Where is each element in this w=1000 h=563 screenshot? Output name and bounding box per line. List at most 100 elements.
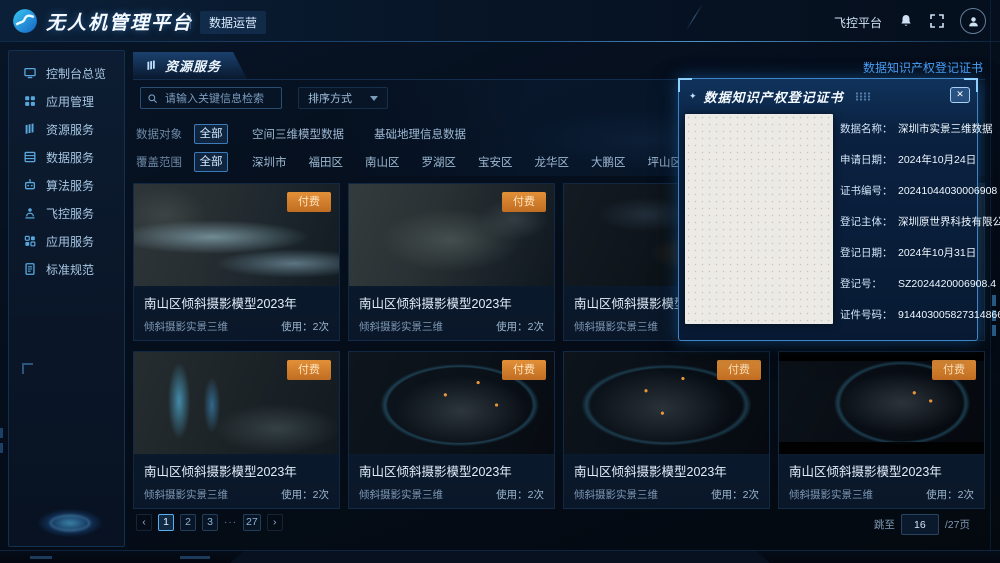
filter-options: 深圳市 福田区 南山区 罗湖区 宝安区 龙华区 大鹏区 坪山区 [252, 154, 682, 170]
certificate-fields: 数据名称： 深圳市实景三维数据 申请日期： 2024年10月24日 证书编号： … [840, 120, 973, 324]
field-label: 登记日期： [840, 244, 898, 262]
page-button[interactable]: 3 [202, 514, 218, 531]
filter-option[interactable]: 罗湖区 [422, 154, 457, 170]
card-title: 南山区倾斜摄影模型2023年 [144, 293, 329, 312]
drone-platform-screen: 无人机管理平台 数据运营 飞控平台 控制台总览 应用管理 [0, 0, 1000, 563]
field-label: 证书编号： [840, 182, 898, 200]
filter-option[interactable]: 南山区 [365, 154, 400, 170]
last-page-button[interactable]: 27 [243, 514, 261, 531]
card-usage: 使用：2次 [281, 319, 329, 334]
sort-dropdown[interactable]: 排序方式 [298, 87, 388, 109]
card-tag: 倾斜摄影实景三维 [574, 319, 658, 334]
filter-option[interactable]: 坪山区 [648, 154, 683, 170]
resource-card[interactable]: 付费 南山区倾斜摄影模型2023年 倾斜摄影实景三维 使用：2次 399元/㎡/… [778, 351, 985, 509]
resource-card[interactable]: 付费 南山区倾斜摄影模型2023年 倾斜摄影实景三维 使用：2次 399元/㎡/… [348, 183, 555, 341]
sidebar-item[interactable]: 资源服务 [9, 115, 124, 143]
field-label: 证件号码： [840, 306, 898, 324]
card-title: 南山区倾斜摄影模型2023年 [789, 461, 974, 480]
bottom-frame-bar [0, 550, 1000, 563]
card-price: 399元/㎡/月 [359, 339, 430, 341]
bottom-notch [230, 551, 770, 563]
sidebar-item[interactable]: 算法服务 [9, 171, 124, 199]
card-price: 399元/㎡/月 [574, 339, 645, 341]
sidebar-item[interactable]: 应用服务 [9, 227, 124, 255]
filter-option[interactable]: 大鹏区 [591, 154, 626, 170]
jump-page-input[interactable] [901, 514, 939, 535]
book-icon [145, 59, 158, 72]
filter-all-button[interactable]: 全部 [194, 152, 228, 172]
certificate-field-row: 数据名称： 深圳市实景三维数据 [840, 120, 973, 138]
next-page-button[interactable]: › [267, 514, 283, 531]
user-avatar[interactable] [960, 8, 986, 34]
filter-option[interactable]: 宝安区 [478, 154, 513, 170]
card-usage: 使用：2次 [926, 487, 974, 502]
card-title: 南山区倾斜摄影模型2023年 [144, 461, 329, 480]
top-header: 无人机管理平台 数据运营 飞控平台 [0, 0, 1000, 42]
sidebar-item[interactable]: 控制台总览 [9, 59, 124, 87]
field-value: 20241044030006908 [898, 182, 997, 200]
sidebar-item-icon [23, 150, 37, 164]
card-usage: 使用：2次 [496, 319, 544, 334]
sidebar-item[interactable]: 数据服务 [9, 143, 124, 171]
prev-page-button[interactable]: ‹ [136, 514, 152, 531]
resource-card[interactable]: 付费 南山区倾斜摄影模型2023年 倾斜摄影实景三维 使用：2次 399元/㎡/… [133, 183, 340, 341]
fullscreen-icon[interactable] [929, 13, 945, 29]
pagination: ‹ 123 ··· 27 › [136, 514, 283, 531]
sidebar-item[interactable]: 应用管理 [9, 87, 124, 115]
filter-option[interactable]: 基础地理信息数据 [374, 126, 466, 142]
paid-badge: 付费 [717, 360, 761, 380]
tab-resource-services[interactable]: 资源服务 [133, 52, 247, 79]
certificate-field-row: 登记日期： 2024年10月31日 [840, 244, 973, 262]
close-icon[interactable]: ✕ [950, 87, 970, 103]
field-label: 申请日期： [840, 151, 898, 169]
search-box [140, 87, 282, 109]
sidebar-item[interactable]: 标准规范 [9, 255, 124, 283]
sidebar-item-label: 应用服务 [46, 233, 94, 250]
card-price: 399元/㎡/月 [359, 507, 430, 509]
app-title: 无人机管理平台 [46, 8, 193, 35]
bottom-dash [30, 556, 52, 559]
resource-card[interactable]: 付费 南山区倾斜摄影模型2023年 倾斜摄影实景三维 使用：2次 399元/㎡/… [563, 351, 770, 509]
filter-option[interactable]: 福田区 [309, 154, 344, 170]
flight-platform-link[interactable]: 飞控平台 [834, 14, 882, 31]
certificate-field-row: 证件号码： 914403005827314866 [840, 306, 973, 324]
card-tag: 倾斜摄影实景三维 [144, 487, 228, 502]
filter-row-coverage: 覆盖范围 全部 深圳市 福田区 南山区 罗湖区 宝安区 龙华区 大鹏区 坪山区 [136, 152, 682, 172]
filter-all-button[interactable]: 全部 [194, 124, 228, 144]
bell-icon[interactable] [898, 13, 914, 29]
filter-label: 覆盖范围 [136, 154, 194, 170]
card-thumbnail: 付费 [134, 352, 339, 454]
paid-badge: 付费 [932, 360, 976, 380]
tab-label: 资源服务 [165, 56, 221, 75]
page-buttons: 123 [158, 514, 218, 531]
header-deco-slash [686, 4, 703, 30]
certificate-field-row: 证书编号： 20241044030006908 [840, 182, 973, 200]
card-tag: 倾斜摄影实景三维 [574, 487, 658, 502]
jump-label: 跳至 [874, 517, 895, 532]
cert-registry-link[interactable]: 数据知识产权登记证书 [863, 59, 983, 76]
page-button[interactable]: 1 [158, 514, 174, 531]
card-title: 南山区倾斜摄影模型2023年 [359, 293, 544, 312]
bottom-dash [180, 556, 210, 559]
filter-option[interactable]: 深圳市 [252, 154, 287, 170]
chevron-down-icon [370, 96, 378, 101]
diamond-bullet-icon: ✦ [689, 91, 698, 102]
paid-badge: 付费 [502, 192, 546, 212]
card-usage: 使用：2次 [711, 487, 759, 502]
sidebar-item[interactable]: 飞控服务 [9, 199, 124, 227]
content-header: 资源服务 数据知识产权登记证书 [133, 52, 985, 80]
filter-option[interactable]: 空间三维模型数据 [252, 126, 344, 142]
sidebar-item-icon [23, 262, 37, 276]
resource-card[interactable]: 付费 南山区倾斜摄影模型2023年 倾斜摄影实景三维 使用：2次 399元/㎡/… [348, 351, 555, 509]
resource-card[interactable]: 付费 南山区倾斜摄影模型2023年 倾斜摄影实景三维 使用：2次 399元/㎡/… [133, 351, 340, 509]
card-thumbnail: 付费 [564, 352, 769, 454]
filter-option[interactable]: 龙华区 [535, 154, 570, 170]
sidebar-item-label: 资源服务 [46, 121, 94, 138]
sidebar-collapse-icon[interactable] [22, 363, 33, 374]
card-thumbnail: 付费 [349, 352, 554, 454]
page-button[interactable]: 2 [180, 514, 196, 531]
card-usage: 使用：2次 [281, 487, 329, 502]
nav-tab-data-operation[interactable]: 数据运营 [200, 11, 266, 34]
total-pages-label: /27页 [945, 517, 970, 532]
search-input[interactable] [163, 89, 281, 109]
